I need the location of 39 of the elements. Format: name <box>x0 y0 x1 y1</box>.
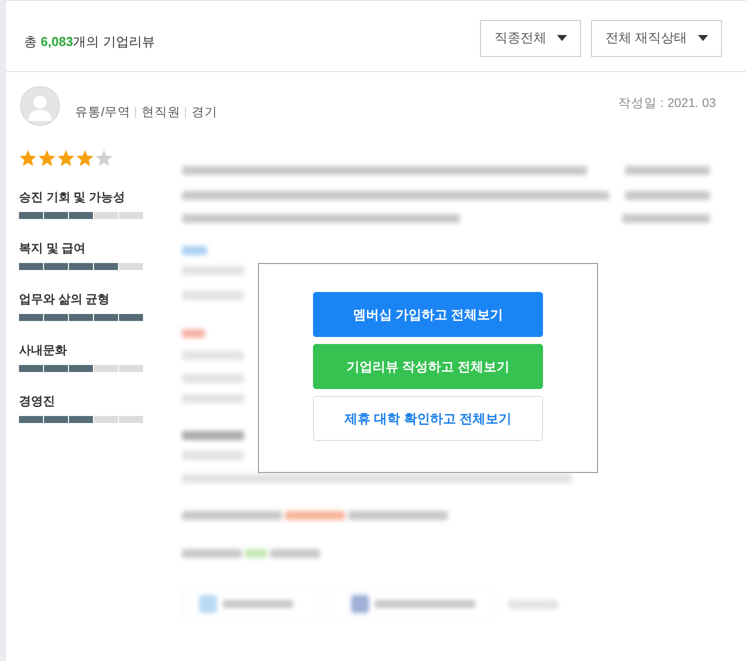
blurred-text <box>182 374 244 382</box>
star-icon <box>95 150 113 167</box>
caret-icon <box>557 35 568 41</box>
author-meta-text: 경기 <box>191 104 218 121</box>
blurred-text <box>285 510 345 520</box>
star-icon <box>57 150 75 167</box>
star-icon <box>76 150 94 167</box>
blurred-text <box>182 266 244 274</box>
blurred-text <box>182 450 244 460</box>
rating-label: 사내문화 <box>19 342 67 358</box>
blurred-text <box>182 394 244 402</box>
author-meta-text: 현직원 <box>141 104 180 121</box>
author-meta-text: 유통/무역 <box>75 104 130 121</box>
view-all-button[interactable]: 제휴 대학 확인하고 전체보기 <box>313 396 543 441</box>
blurred-text <box>182 290 244 300</box>
view-all-button[interactable]: 멤버십 가입하고 전체보기 <box>313 292 543 337</box>
blurred-text <box>182 246 207 254</box>
view-all-button[interactable]: 기업리뷰 작성하고 전체보기 <box>313 344 543 389</box>
avatar-icon <box>20 86 60 126</box>
rating-label: 업무와 삶의 균형 <box>19 291 110 307</box>
review-count-text: 총 6,083개의 기업리뷰 <box>24 33 155 52</box>
blurred-button[interactable] <box>182 588 322 620</box>
date-text: 작성일 : 2021. 03 <box>618 95 716 112</box>
rating-label: 승진 기회 및 가능성 <box>19 189 126 205</box>
blurred-text <box>245 548 267 558</box>
star-icon <box>19 150 37 167</box>
blurred-button[interactable] <box>330 588 494 620</box>
rating-label: 경영진 <box>19 393 55 409</box>
blurred-text <box>508 600 558 608</box>
star-icon <box>38 150 56 167</box>
blurred-text <box>182 328 205 338</box>
blurred-text <box>182 350 244 360</box>
caret-icon <box>698 35 708 41</box>
blurred-text <box>182 430 244 440</box>
blurred-text <box>182 548 242 558</box>
filter-dropdown[interactable]: 전체 재직상태 <box>591 20 722 56</box>
rating-label: 복지 및 급여 <box>19 240 86 256</box>
filter-dropdown[interactable]: 직종전체 <box>480 20 582 56</box>
blurred-text <box>270 548 320 558</box>
